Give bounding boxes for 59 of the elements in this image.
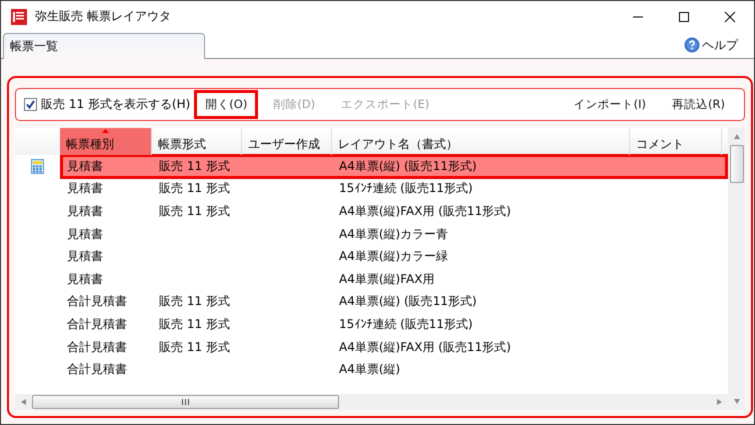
scroll-down-icon[interactable] bbox=[734, 399, 740, 404]
app-icon bbox=[11, 8, 27, 24]
table-cell: 合計見積書 bbox=[67, 316, 127, 331]
toolbar-button[interactable]: インポート(I) bbox=[562, 90, 658, 119]
table-cell: 見積書 bbox=[67, 204, 103, 218]
column-header[interactable]: 帳票種別 bbox=[60, 128, 152, 155]
table-cell: A4単票(縦) bbox=[339, 362, 400, 376]
toolbar-button[interactable]: 開く(O) bbox=[194, 90, 258, 119]
table-cell: 販売 11 形式 bbox=[159, 158, 230, 173]
calculator-icon bbox=[31, 158, 44, 174]
table-cell: A4単票(縦) (販売11形式) bbox=[339, 158, 477, 173]
table-row[interactable]: 合計見積書 A4単票(縦) bbox=[60, 357, 728, 382]
checkbox[interactable] bbox=[24, 98, 37, 111]
window-title: 弥生販売 帳票レイアウタ bbox=[35, 8, 171, 25]
tab[interactable]: 帳票一覧 bbox=[3, 33, 205, 59]
table-row[interactable]: 合計見積書 販売 11 形式 A4単票(縦) (販売11形式) bbox=[60, 290, 728, 314]
table-row[interactable]: 合計見積書 販売 11 形式 A4単票(縦)FAX用 (販売11形式) bbox=[60, 334, 728, 360]
table-cell: A4単票(縦)FAX用 bbox=[339, 272, 434, 286]
table-cell: 販売 11 形式 bbox=[159, 340, 230, 354]
sort-arrow-icon bbox=[102, 129, 109, 133]
scroll-thumb[interactable] bbox=[32, 395, 339, 409]
horizontal-scrollbar[interactable] bbox=[15, 394, 728, 410]
table-cell: A4単票(縦)FAX用 (販売11形式) bbox=[339, 204, 511, 218]
maximize-icon[interactable] bbox=[678, 10, 690, 22]
scroll-left-icon[interactable] bbox=[21, 399, 26, 405]
scroll-right-icon[interactable] bbox=[717, 399, 722, 405]
table-cell: 見積書 bbox=[67, 249, 103, 264]
table-cell: 合計見積書 bbox=[67, 362, 127, 376]
table-cell: 販売 11 形式 bbox=[159, 316, 230, 331]
table-cell: 15ｲﾝﾁ連続 (販売11形式) bbox=[339, 181, 473, 196]
table-cell: 販売 11 形式 bbox=[159, 204, 230, 218]
table-cell: 見積書 bbox=[67, 181, 103, 196]
close-icon[interactable] bbox=[724, 10, 736, 22]
table-cell: 合計見積書 bbox=[67, 340, 127, 354]
table-cell: 見積書 bbox=[67, 226, 103, 241]
table-cell: 販売 11 形式 bbox=[159, 181, 230, 196]
table-cell: A4単票(縦)FAX用 (販売11形式) bbox=[339, 340, 511, 354]
scroll-up-icon[interactable] bbox=[734, 134, 740, 139]
table-cell: A4単票(縦)カラー緑 bbox=[339, 249, 448, 264]
scroll-thumb[interactable] bbox=[730, 145, 744, 183]
table-row[interactable]: 見積書 A4単票(縦)FAX用 bbox=[60, 266, 728, 292]
help-icon bbox=[684, 37, 700, 53]
table-row[interactable]: 見積書 販売 11 形式 15ｲﾝﾁ連続 (販売11形式) bbox=[60, 176, 728, 202]
help-link[interactable]: ヘルプ bbox=[684, 36, 738, 54]
table-row[interactable]: 見積書 A4単票(縦)カラー青 bbox=[60, 222, 728, 246]
table-cell: 見積書 bbox=[67, 158, 103, 173]
vertical-scrollbar[interactable] bbox=[728, 128, 745, 410]
table-cell: 15ｲﾝﾁ連続 (販売11形式) bbox=[339, 316, 473, 331]
table-cell: 見積書 bbox=[67, 272, 103, 286]
table-cell: A4単票(縦) (販売11形式) bbox=[339, 294, 477, 308]
grip-icon bbox=[182, 399, 189, 405]
table-cell: A4単票(縦)カラー青 bbox=[339, 226, 448, 241]
table-row[interactable]: 合計見積書 販売 11 形式 15ｲﾝﾁ連続 (販売11形式) bbox=[60, 312, 728, 337]
table-cell: 販売 11 形式 bbox=[159, 294, 230, 308]
table-cell: 合計見積書 bbox=[67, 294, 127, 308]
table-row[interactable]: 見積書 販売 11 形式 A4単票(縦) (販売11形式) bbox=[60, 154, 728, 179]
table-row[interactable]: 見積書 A4単票(縦)カラー緑 bbox=[60, 244, 728, 269]
toolbar-button[interactable]: 再読込(R) bbox=[661, 90, 736, 119]
table-row[interactable]: 見積書 販売 11 形式 A4単票(縦)FAX用 (販売11形式) bbox=[60, 199, 728, 224]
